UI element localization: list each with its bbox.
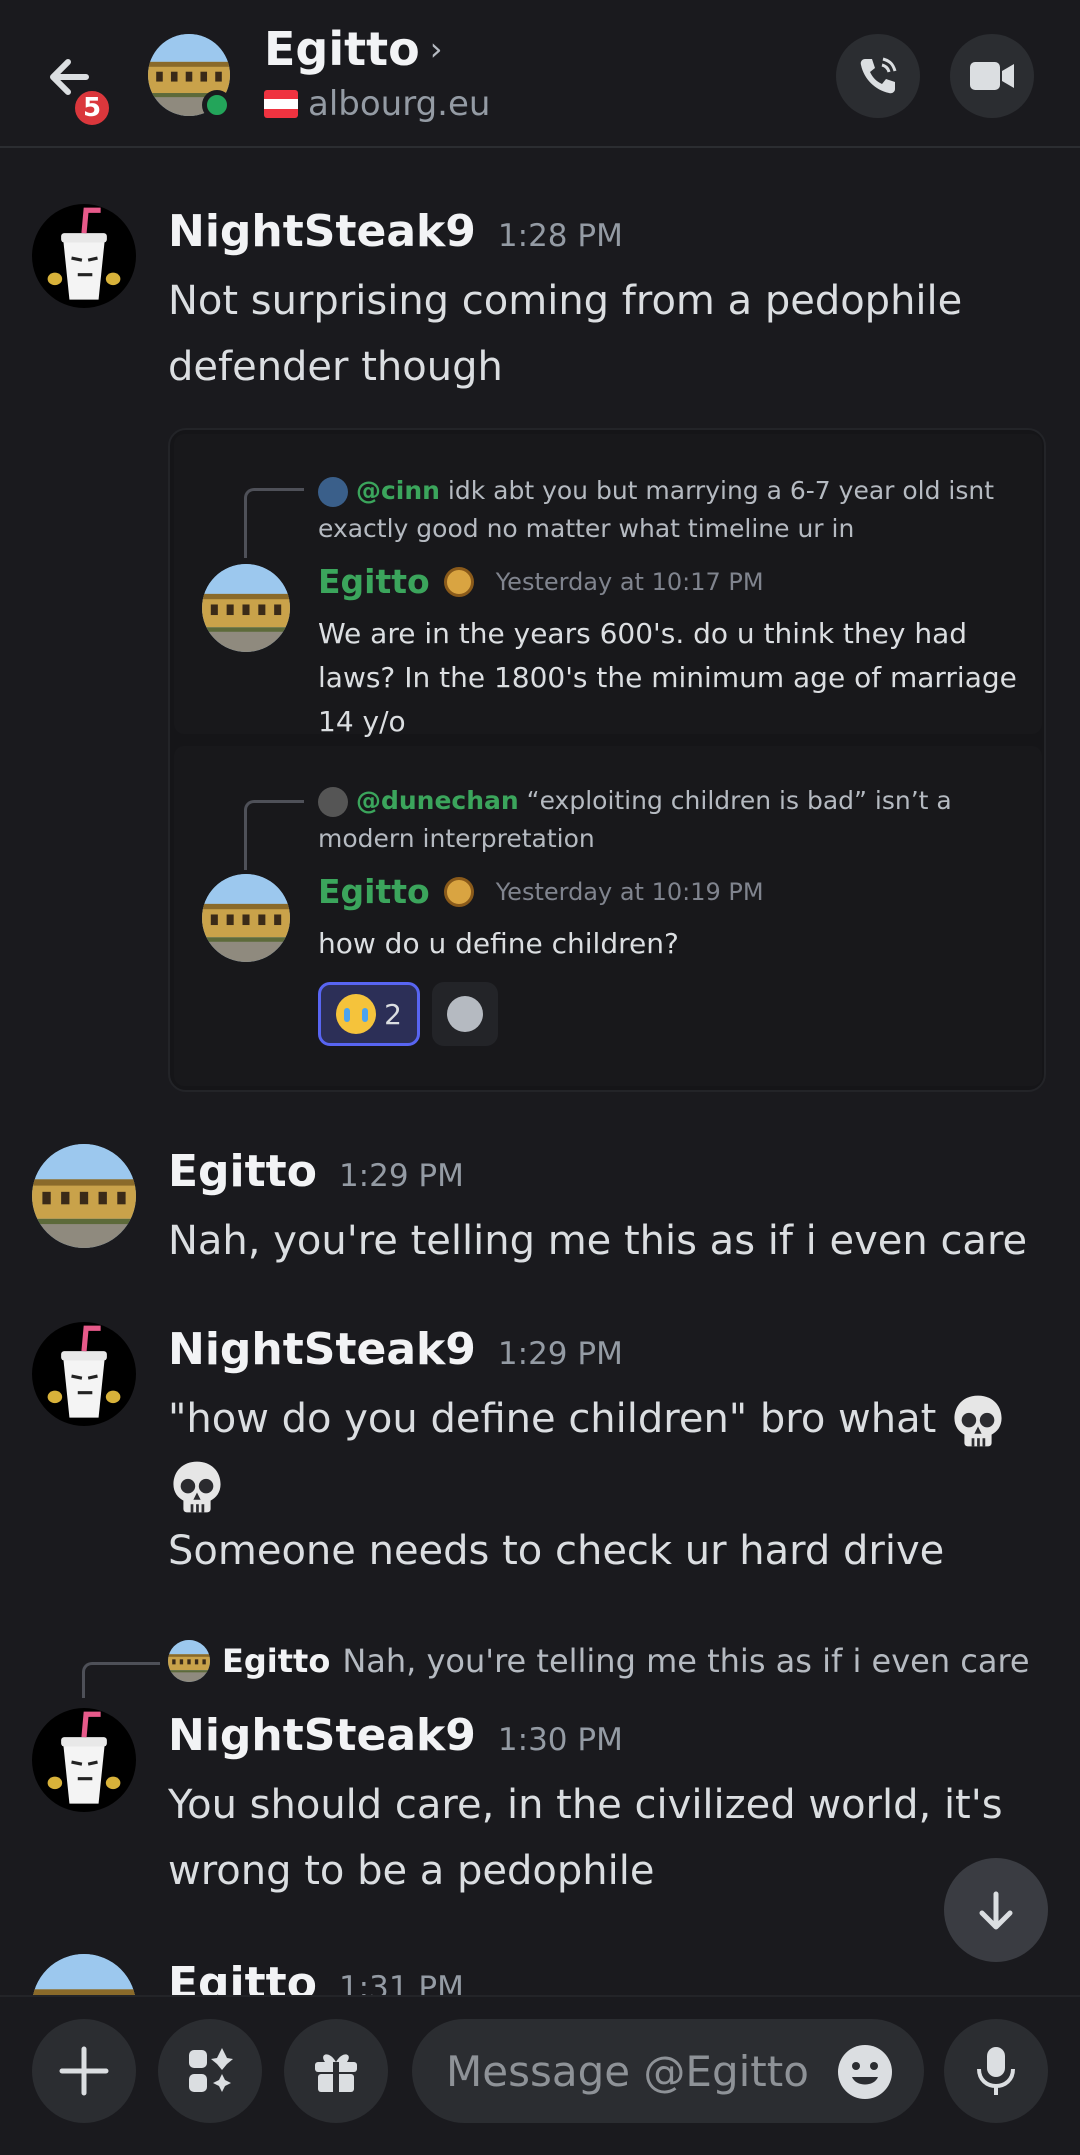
video-call-button[interactable] (950, 34, 1034, 118)
timestamp: 1:29 PM (338, 1158, 464, 1194)
page-title[interactable]: Egitto › (264, 22, 443, 76)
gift-button[interactable] (284, 2019, 388, 2123)
plus-icon (59, 2046, 109, 2096)
message-list[interactable]: NightSteak9 1:28 PM Not surprising comin… (0, 150, 1080, 1995)
message-header: Egitto 1:29 PM (168, 1146, 464, 1197)
username: Egitto (318, 872, 430, 911)
unread-badge: 5 (72, 88, 112, 128)
avatar[interactable] (32, 1954, 136, 1995)
username[interactable]: NightSteak9 (168, 206, 476, 257)
crying-face-icon (336, 994, 377, 1034)
username[interactable]: NightSteak9 (168, 1324, 476, 1375)
username[interactable]: Egitto (168, 1146, 317, 1197)
embedded-message-text: We are in the years 600's. do u think th… (318, 617, 1017, 738)
mic-icon (977, 2047, 1015, 2095)
composer-bar (0, 1995, 1080, 2155)
reaction-crying: 2 (318, 982, 420, 1046)
phone-icon (860, 57, 897, 94)
skull-icon (168, 1458, 226, 1516)
online-status-dot (202, 90, 232, 120)
reply-username: Egitto (222, 1642, 331, 1680)
reply-connector (244, 488, 304, 558)
avatar[interactable] (32, 1708, 136, 1812)
message-header: NightSteak9 1:28 PM (168, 206, 623, 257)
avatar[interactable] (32, 204, 136, 308)
avatar (318, 787, 348, 817)
voice-message-button[interactable] (944, 2019, 1048, 2123)
jump-to-latest-button[interactable] (944, 1858, 1048, 1962)
message-line: "how do you define children" bro what (168, 1396, 937, 1442)
embedded-reply-preview: @dunechan “exploiting children is bad” i… (318, 782, 1018, 858)
reply-text: Nah, you're telling me this as if i even… (342, 1642, 1030, 1680)
skull-icon (949, 1392, 1007, 1450)
reply-connector (82, 1662, 160, 1698)
timestamp: Yesterday at 10:19 PM (495, 877, 764, 906)
timestamp: 1:28 PM (497, 218, 623, 254)
message-text: Nah, you're telling me this as if i even… (168, 1218, 1028, 1264)
message-line: Someone needs to check ur hard drive (168, 1528, 945, 1574)
add-reaction (432, 982, 498, 1046)
arrow-down-icon (979, 1891, 1013, 1930)
timestamp: 1:30 PM (497, 1722, 623, 1758)
reply-connector (244, 800, 304, 870)
avatar (202, 874, 290, 962)
timestamp: 1:29 PM (497, 1336, 623, 1372)
emoji-icon (447, 996, 483, 1032)
message-text: "how do you define children" bro what So… (168, 1386, 1028, 1584)
username[interactable]: NightSteak9 (168, 1710, 476, 1761)
message-header: NightSteak9 1:29 PM (168, 1324, 623, 1375)
cookie-badge-icon (443, 876, 474, 907)
voice-call-button[interactable] (836, 34, 920, 118)
apps-button[interactable] (158, 2019, 262, 2123)
username: Egitto (318, 562, 430, 601)
avatar (202, 564, 290, 652)
video-icon (970, 62, 1014, 90)
message-text: Not surprising coming from a pedophile d… (168, 278, 963, 390)
subtitle-text: albourg.eu (308, 84, 491, 124)
embedded-message-text: how do u define children? (318, 927, 679, 960)
reply-preview[interactable]: Egitto Nah, you're telling me this as if… (168, 1640, 1030, 1682)
cookie-badge-icon (443, 566, 474, 597)
timestamp: Yesterday at 10:17 PM (495, 567, 764, 596)
embedded-message-card: @dunechan “exploiting children is bad” i… (174, 746, 1042, 1086)
emoji-picker-button[interactable] (836, 2043, 894, 2101)
image-attachment[interactable]: @cinn idk abt you but marrying a 6-7 yea… (168, 428, 1046, 1092)
user-subtitle: albourg.eu (264, 84, 490, 124)
avatar (318, 477, 348, 507)
embedded-reply-preview: @cinn idk abt you but marrying a 6-7 yea… (318, 472, 1018, 548)
gift-icon (315, 2054, 357, 2092)
reaction-count: 2 (384, 997, 402, 1031)
emoji-icon (838, 2045, 892, 2099)
message-header: Egitto 1:31 PM (168, 1958, 464, 1995)
mention: @cinn (355, 476, 440, 505)
embedded-username: Egitto Yesterday at 10:19 PM (318, 872, 764, 911)
chat-header: 5 Egitto › albourg.eu (0, 0, 1080, 148)
channel-name: Egitto (264, 22, 420, 76)
chevron-right-icon: › (429, 30, 443, 68)
add-attachment-button[interactable] (32, 2019, 136, 2123)
message-text: You should care, in the civilized world,… (168, 1782, 1003, 1894)
mention: @dunechan (355, 786, 519, 815)
timestamp: 1:31 PM (338, 1970, 464, 1995)
embedded-username: Egitto Yesterday at 10:17 PM (318, 562, 764, 601)
avatar[interactable] (32, 1322, 136, 1426)
message-header: NightSteak9 1:30 PM (168, 1710, 623, 1761)
avatar (168, 1640, 210, 1682)
embedded-message-card: @cinn idk abt you but marrying a 6-7 yea… (174, 434, 1042, 738)
username[interactable]: Egitto (168, 1958, 317, 1995)
apps-icon (189, 2048, 233, 2092)
avatar[interactable] (32, 1144, 136, 1248)
austria-flag-icon (264, 90, 298, 118)
